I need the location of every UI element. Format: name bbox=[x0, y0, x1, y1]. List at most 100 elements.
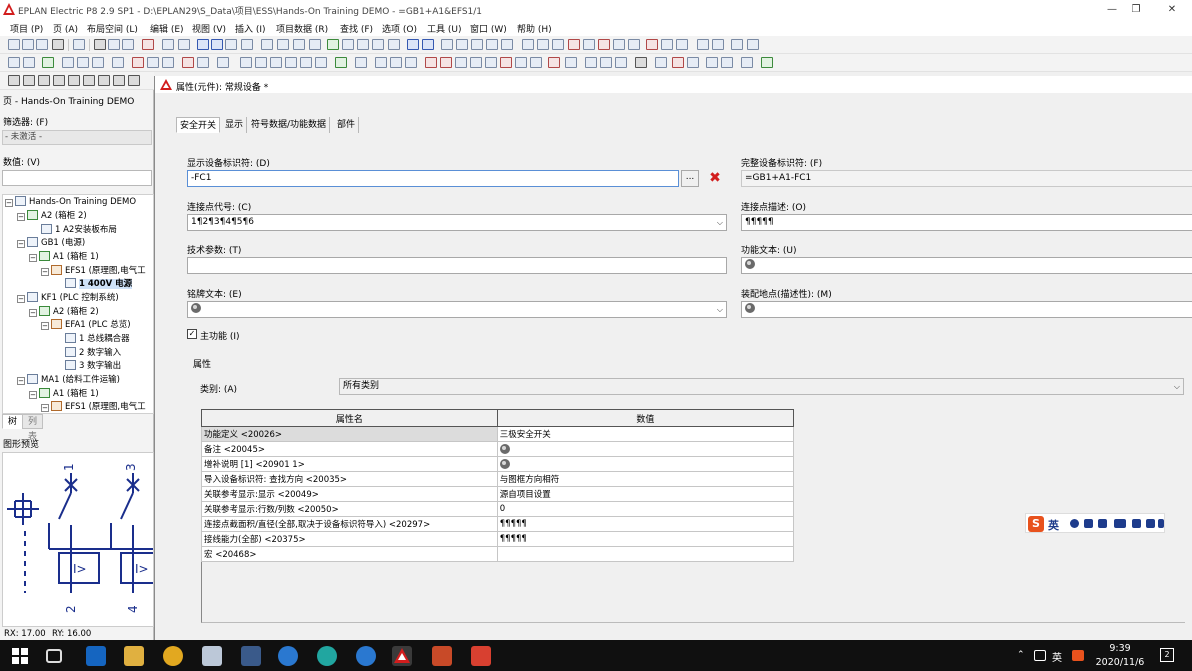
mount-location-input[interactable] bbox=[741, 301, 1192, 318]
tree-item-project[interactable]: − Hands-On Training DEMO bbox=[5, 196, 136, 209]
page-close-icon[interactable] bbox=[309, 39, 321, 50]
page-icon[interactable] bbox=[261, 39, 273, 50]
zoom-out-icon[interactable] bbox=[372, 39, 384, 50]
tree-item-ma1-a1[interactable]: − A1 (箱柜 1) bbox=[29, 388, 99, 401]
tree-item-400v[interactable]: 1 400V 电源 bbox=[65, 278, 133, 291]
clock-date[interactable]: 2020/11/6 bbox=[1092, 657, 1148, 668]
mount-a-icon[interactable] bbox=[635, 57, 647, 68]
graphic-icon[interactable] bbox=[613, 39, 625, 50]
mount-d-icon[interactable] bbox=[687, 57, 699, 68]
edge-legacy-icon[interactable] bbox=[278, 646, 298, 666]
grid-c-icon[interactable] bbox=[471, 39, 483, 50]
cable-b-icon[interactable] bbox=[600, 57, 612, 68]
menu-window[interactable]: 窗口 (W) bbox=[470, 22, 507, 35]
add-icon[interactable] bbox=[42, 57, 54, 68]
skin-icon[interactable] bbox=[1146, 519, 1155, 528]
grid-b-icon[interactable] bbox=[456, 39, 468, 50]
property-value[interactable]: 与图框方向相符 bbox=[496, 471, 795, 487]
tab-parts[interactable]: 部件 bbox=[334, 117, 360, 133]
sym-i-icon[interactable] bbox=[128, 75, 140, 86]
cable-a-icon[interactable] bbox=[585, 57, 597, 68]
fit-icon[interactable] bbox=[712, 39, 724, 50]
format-painter-icon[interactable] bbox=[162, 39, 174, 50]
collapse-icon[interactable]: − bbox=[29, 254, 37, 262]
tree-item-gb1-efs1[interactable]: − EFS1 (原理图,电气工 bbox=[41, 265, 146, 278]
tab-symbol-function-data[interactable]: 符号数据/功能数据 bbox=[248, 117, 331, 133]
connect-b-icon[interactable] bbox=[77, 57, 89, 68]
punctuation-icon[interactable] bbox=[1084, 519, 1093, 528]
chrome-icon[interactable] bbox=[163, 646, 183, 666]
forward-arrow-icon[interactable] bbox=[422, 39, 434, 50]
undo-icon[interactable] bbox=[197, 39, 209, 50]
collapse-icon[interactable]: − bbox=[41, 404, 49, 412]
tree-item-kf1[interactable]: − KF1 (PLC 控制系统) bbox=[17, 292, 119, 305]
filter-select[interactable]: - 未激活 - bbox=[2, 130, 152, 145]
plug-a-icon[interactable] bbox=[548, 57, 560, 68]
cable-c-icon[interactable] bbox=[615, 57, 627, 68]
ime-language-toggle[interactable]: 英 bbox=[1048, 517, 1059, 533]
tab-tree[interactable]: 树 bbox=[2, 414, 24, 429]
refresh-icon[interactable] bbox=[327, 39, 339, 50]
notification-center-icon[interactable]: 2 bbox=[1160, 648, 1174, 662]
terminal-h-icon[interactable] bbox=[530, 57, 542, 68]
page-list-icon[interactable] bbox=[23, 57, 35, 68]
measure-icon[interactable] bbox=[646, 39, 658, 50]
property-value[interactable] bbox=[496, 456, 795, 472]
connection-desc-input[interactable]: ¶¶¶¶¶ bbox=[741, 214, 1192, 231]
table-row[interactable]: 增补说明 [1] <20901 1> bbox=[201, 456, 795, 472]
delete-button[interactable]: ✖ bbox=[706, 170, 724, 187]
collapse-icon[interactable]: − bbox=[17, 377, 25, 385]
menu-edit[interactable]: 编辑 (E) bbox=[150, 22, 184, 35]
logic-icon[interactable] bbox=[598, 39, 610, 50]
redo-icon[interactable] bbox=[211, 39, 223, 50]
browse-button[interactable]: ... bbox=[681, 170, 699, 187]
menu-view[interactable]: 视图 (V) bbox=[192, 22, 226, 35]
mount-c-icon[interactable] bbox=[672, 57, 684, 68]
display-dt-input[interactable]: -FC1 bbox=[187, 170, 679, 187]
property-value[interactable] bbox=[496, 441, 795, 457]
zoom-window-icon[interactable] bbox=[342, 39, 354, 50]
grid-e-icon[interactable] bbox=[501, 39, 513, 50]
column-header-name[interactable]: 属性名 bbox=[201, 409, 498, 427]
property-value[interactable]: ¶¶¶¶¶ bbox=[496, 516, 795, 532]
keyboard-icon[interactable] bbox=[1114, 519, 1126, 528]
paste-icon[interactable] bbox=[122, 39, 134, 50]
symbol-icon[interactable] bbox=[568, 39, 580, 50]
value-input[interactable] bbox=[2, 170, 152, 186]
volume-icon[interactable] bbox=[1034, 650, 1046, 661]
undo-list-icon[interactable] bbox=[225, 39, 237, 50]
category-select[interactable]: 所有类别 ⌵ bbox=[339, 378, 1184, 395]
tree-item-ma1-efs1[interactable]: − EFS1 (原理图,电气工 bbox=[41, 401, 146, 413]
collapse-icon[interactable]: − bbox=[41, 322, 49, 330]
terminal-c-icon[interactable] bbox=[455, 57, 467, 68]
sym-f-icon[interactable] bbox=[83, 75, 95, 86]
page-d-icon[interactable] bbox=[300, 57, 312, 68]
line-icon[interactable] bbox=[676, 39, 688, 50]
chevron-up-icon[interactable]: ⌃ bbox=[1017, 650, 1029, 661]
eplan-taskbar-icon[interactable] bbox=[392, 646, 412, 666]
flag-c-icon[interactable] bbox=[162, 57, 174, 68]
dimension-icon[interactable] bbox=[661, 39, 673, 50]
wire-b-icon[interactable] bbox=[721, 57, 733, 68]
clock-time[interactable]: 9:39 bbox=[1102, 643, 1138, 654]
menu-find[interactable]: 查找 (F) bbox=[340, 22, 373, 35]
function-text-input[interactable] bbox=[741, 257, 1192, 274]
column-header-value[interactable]: 数值 bbox=[496, 409, 795, 427]
user-icon[interactable] bbox=[1132, 519, 1141, 528]
table-row[interactable]: 宏 <20468> bbox=[201, 546, 795, 562]
media-player-icon[interactable] bbox=[317, 646, 337, 666]
page-a-icon[interactable] bbox=[255, 57, 267, 68]
tree-item-gb1-a1[interactable]: − A1 (箱柜 1) bbox=[29, 251, 99, 264]
grid-menu-icon[interactable] bbox=[1158, 519, 1164, 528]
tree-item-ma1[interactable]: − MA1 (给料工件运输) bbox=[17, 374, 120, 387]
text-tool-icon[interactable] bbox=[747, 39, 759, 50]
grid-d-icon[interactable] bbox=[486, 39, 498, 50]
main-function-checkbox[interactable]: ✓ bbox=[187, 329, 197, 339]
windows-start-icon[interactable] bbox=[10, 646, 30, 666]
grid-a-icon[interactable] bbox=[441, 39, 453, 50]
wire-a-icon[interactable] bbox=[706, 57, 718, 68]
menu-options[interactable]: 选项 (O) bbox=[382, 22, 417, 35]
connect-a-icon[interactable] bbox=[62, 57, 74, 68]
page-copy-icon[interactable] bbox=[293, 39, 305, 50]
page-properties-icon[interactable] bbox=[277, 39, 289, 50]
